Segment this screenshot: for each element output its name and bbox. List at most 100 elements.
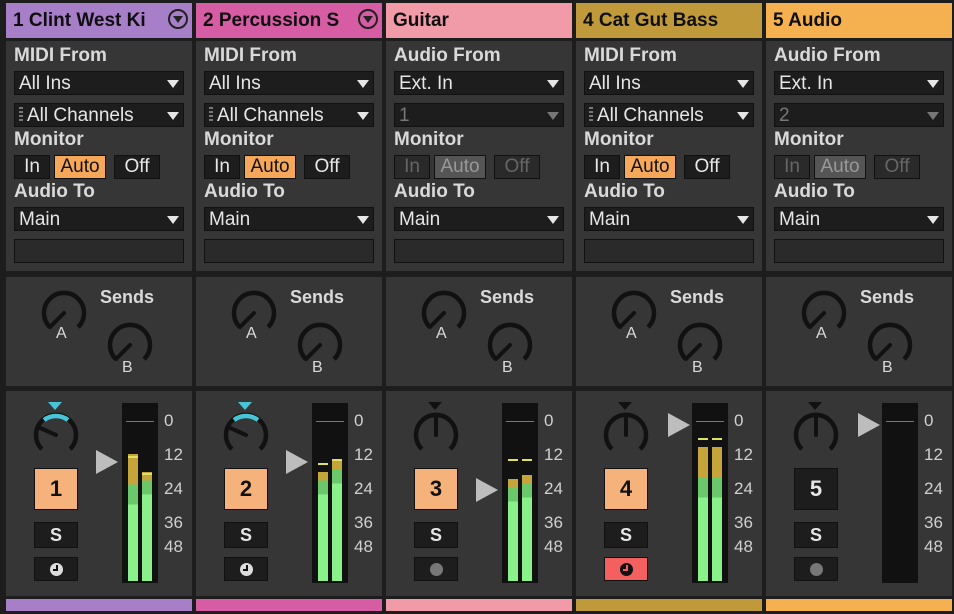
- sub-routing-box[interactable]: [204, 239, 374, 263]
- track-activator-button[interactable]: 5: [794, 468, 838, 510]
- monitor-in-button[interactable]: In: [584, 155, 620, 179]
- volume-fader-handle[interactable]: [858, 413, 880, 437]
- monitor-in-button[interactable]: In: [204, 155, 240, 179]
- db-tick-label: 12: [354, 445, 373, 464]
- monitor-auto-button[interactable]: Auto: [624, 155, 676, 179]
- arm-button[interactable]: [604, 557, 648, 581]
- solo-button[interactable]: S: [34, 522, 78, 548]
- track-name: 4 Cat Gut Bass: [583, 10, 719, 31]
- track-title-bar[interactable]: 4 Cat Gut Bass: [576, 3, 762, 38]
- zero-db-line: [506, 421, 534, 422]
- sub-routing-box[interactable]: [14, 239, 184, 263]
- track-activator-button[interactable]: 1: [34, 468, 78, 510]
- pan-knob[interactable]: [216, 405, 276, 465]
- record-dot-icon: [810, 563, 823, 576]
- meter-peak-left: [128, 456, 138, 458]
- pan-knob[interactable]: [26, 405, 86, 465]
- output-dropdown[interactable]: Main: [394, 207, 564, 231]
- input-type-label: MIDI From: [584, 45, 677, 66]
- send-a-label: A: [56, 325, 67, 342]
- arm-button[interactable]: [414, 557, 458, 581]
- output-value: Main: [589, 209, 631, 230]
- solo-button[interactable]: S: [794, 522, 838, 548]
- input-source-dropdown[interactable]: Ext. In: [394, 71, 564, 95]
- zero-db-line: [316, 421, 344, 422]
- level-meter[interactable]: [122, 403, 158, 583]
- session-mixer: 1 Clint West Ki MIDI From All Ins All Chann…: [0, 0, 954, 614]
- mixer-section: 2 S 0 12 24 36 48: [196, 391, 382, 596]
- chevron-down-icon: [357, 216, 369, 224]
- pan-knob[interactable]: [596, 405, 656, 465]
- level-meter[interactable]: [312, 403, 348, 583]
- monitor-label: Monitor: [394, 129, 464, 150]
- sends-section: Sends A B: [386, 277, 572, 386]
- arm-button[interactable]: [794, 557, 838, 581]
- input-type-label: MIDI From: [14, 45, 107, 66]
- input-channel-dropdown: 2: [774, 103, 944, 127]
- input-channel-value: All Channels: [27, 105, 134, 126]
- meter-bar-left: [508, 479, 518, 581]
- output-dropdown[interactable]: Main: [584, 207, 754, 231]
- input-type-label: Audio From: [774, 45, 881, 66]
- arm-button[interactable]: [34, 557, 78, 581]
- track-title-bar[interactable]: 5 Audio: [766, 3, 952, 38]
- sends-label: Sends: [670, 287, 725, 307]
- volume-fader-handle[interactable]: [96, 450, 118, 474]
- track-activator-button[interactable]: 2: [224, 468, 268, 510]
- mixer-section: 5 S 0 12 24 36 48: [766, 391, 952, 596]
- output-dropdown[interactable]: Main: [774, 207, 944, 231]
- db-tick-label: 48: [354, 537, 373, 556]
- meter-bar-right: [522, 475, 532, 581]
- level-meter[interactable]: [692, 403, 728, 583]
- input-channel-value: All Channels: [597, 105, 704, 126]
- monitor-auto-button[interactable]: Auto: [54, 155, 106, 179]
- sub-routing-box[interactable]: [394, 239, 564, 263]
- solo-button[interactable]: S: [224, 522, 268, 548]
- track-activator-button[interactable]: 3: [414, 468, 458, 510]
- arm-button[interactable]: [224, 557, 268, 581]
- monitor-auto-button: Auto: [814, 155, 866, 179]
- solo-button[interactable]: S: [604, 522, 648, 548]
- sub-routing-box[interactable]: [774, 239, 944, 263]
- fold-icon[interactable]: [358, 9, 378, 29]
- io-section: Audio From Ext. In 2 Monitor In Auto Off Audio …: [766, 41, 952, 271]
- volume-fader-handle[interactable]: [476, 478, 498, 502]
- output-dropdown[interactable]: Main: [204, 207, 374, 231]
- grip-icon: [209, 107, 213, 123]
- input-source-value: All Ins: [209, 73, 261, 94]
- track-activator-button[interactable]: 4: [604, 468, 648, 510]
- input-source-dropdown[interactable]: Ext. In: [774, 71, 944, 95]
- track-title-bar[interactable]: 1 Clint West Ki: [6, 3, 192, 38]
- solo-button[interactable]: S: [414, 522, 458, 548]
- grip-icon: [589, 107, 593, 123]
- monitor-off-button[interactable]: Off: [114, 155, 160, 179]
- track-title-bar[interactable]: 2 Percussion S: [196, 3, 382, 38]
- input-channel-dropdown[interactable]: All Channels: [204, 103, 374, 127]
- input-source-dropdown[interactable]: All Ins: [584, 71, 754, 95]
- sub-routing-box[interactable]: [584, 239, 754, 263]
- input-channel-dropdown[interactable]: All Channels: [14, 103, 184, 127]
- input-channel-dropdown: 1: [394, 103, 564, 127]
- volume-fader-handle[interactable]: [668, 413, 690, 437]
- fold-icon[interactable]: [168, 9, 188, 29]
- track-title-bar[interactable]: Guitar: [386, 3, 572, 38]
- monitor-off-button[interactable]: Off: [684, 155, 730, 179]
- volume-fader-handle[interactable]: [286, 450, 308, 474]
- monitor-in-button[interactable]: In: [14, 155, 50, 179]
- monitor-auto-button[interactable]: Auto: [244, 155, 296, 179]
- pan-knob[interactable]: [406, 405, 466, 465]
- input-source-dropdown[interactable]: All Ins: [14, 71, 184, 95]
- monitor-off-button[interactable]: Off: [304, 155, 350, 179]
- level-meter[interactable]: [882, 403, 918, 583]
- sends-label: Sends: [860, 287, 915, 307]
- db-tick-label: 36: [544, 513, 563, 532]
- input-channel-dropdown[interactable]: All Channels: [584, 103, 754, 127]
- db-tick-label: 24: [544, 479, 563, 498]
- db-tick-label: 36: [734, 513, 753, 532]
- output-dropdown[interactable]: Main: [14, 207, 184, 231]
- input-source-dropdown[interactable]: All Ins: [204, 71, 374, 95]
- pan-knob[interactable]: [786, 405, 846, 465]
- level-meter[interactable]: [502, 403, 538, 583]
- db-tick-label: 36: [924, 513, 943, 532]
- sends-section: Sends A B: [576, 277, 762, 386]
